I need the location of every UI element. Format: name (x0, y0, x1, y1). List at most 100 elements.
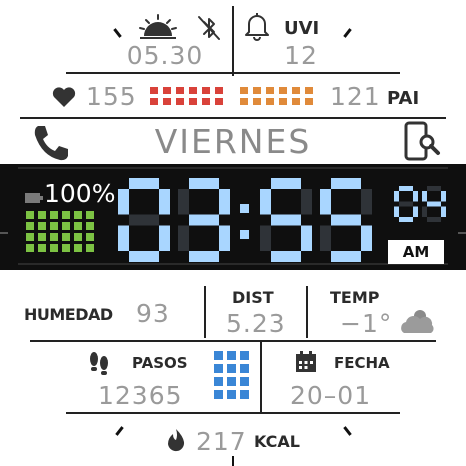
battery-cell (50, 233, 58, 241)
date-value: 20–01 (290, 381, 372, 410)
watch-face: 05.30 UVI 12 155 121 PAI VIERNES 100% AM… (0, 0, 466, 466)
digit-segment (399, 201, 413, 207)
digit-segment (219, 189, 230, 215)
digit-segment (129, 214, 159, 226)
steps-cell (240, 364, 249, 373)
digit-segment (394, 206, 399, 217)
steps-rule (66, 412, 400, 414)
pai-bar (240, 87, 248, 94)
battery-level-grid (26, 210, 106, 256)
dist-value: 5.23 (226, 309, 286, 338)
pai-bar (292, 87, 300, 94)
phone-icon (30, 122, 72, 164)
pai-bar (266, 87, 274, 94)
digit-segment (361, 225, 372, 251)
digit-segment (260, 189, 271, 215)
battery-cell (38, 244, 46, 252)
pai-bar (240, 98, 248, 105)
steps-cell (214, 377, 223, 386)
tick-right-center (458, 232, 466, 234)
steps-divider (260, 342, 262, 412)
temp-value: −1° (340, 309, 393, 338)
battery-cell (74, 244, 82, 252)
pai-bar (253, 87, 261, 94)
pai-bar (253, 98, 261, 105)
bluetooth-off-icon (196, 14, 222, 42)
pai-label: PAI (387, 88, 420, 109)
phone-search-icon (402, 120, 442, 164)
bell-icon (242, 10, 272, 42)
tick-bottom-right (343, 426, 352, 436)
cloud-icon (398, 306, 438, 336)
heart-rate-bar (202, 87, 210, 94)
heart-rate-bar (150, 98, 158, 105)
heart-icon (52, 86, 76, 108)
seconds-digits (392, 184, 448, 224)
pai-bar (305, 87, 313, 94)
digit-segment (189, 178, 219, 189)
battery-cell (38, 211, 46, 219)
steps-cell (227, 351, 236, 360)
battery-cell (86, 222, 94, 230)
flame-icon (164, 428, 188, 454)
heart-rate-bars (150, 86, 230, 108)
digit-segment (441, 206, 446, 217)
digit-segment (271, 214, 301, 226)
uvi-value: 12 (284, 41, 318, 70)
battery-cell (26, 233, 34, 241)
digit-segment (427, 201, 441, 207)
pai-value: 121 (330, 82, 381, 111)
steps-cell (214, 364, 223, 373)
battery-cell (26, 222, 34, 230)
battery-cell (74, 211, 82, 219)
digit-segment (129, 251, 159, 262)
heart-rate-bar (176, 98, 184, 105)
battery-cell (74, 222, 82, 230)
digit-segment (129, 178, 159, 189)
digit-segment (422, 191, 427, 202)
pai-bar (279, 98, 287, 105)
heart-rate-bar (189, 98, 197, 105)
steps-cell (240, 377, 249, 386)
lcd-inner-top (18, 167, 448, 169)
colon-dot (240, 230, 249, 239)
heart-rate-value: 155 (86, 82, 137, 111)
calendar-icon (294, 350, 318, 374)
steps-label: PASOS (132, 354, 188, 372)
battery-percent: 100% (44, 179, 116, 208)
pai-bar (305, 98, 313, 105)
battery-cell (50, 211, 58, 219)
battery-cell (86, 211, 94, 219)
day-of-week: VIERNES (154, 122, 312, 161)
digit-segment (394, 191, 399, 202)
steps-cell (214, 390, 223, 399)
battery-cell (86, 233, 94, 241)
date-label: FECHA (334, 354, 390, 372)
steps-cell (227, 377, 236, 386)
battery-cell (38, 233, 46, 241)
calories-value: 217 (196, 427, 247, 456)
tick-top-right (343, 28, 352, 38)
digit-segment (178, 225, 189, 251)
steps-cell (227, 390, 236, 399)
top-rule (66, 72, 400, 74)
digit-segment (301, 189, 312, 215)
time-hours: 03 (0, 0, 1, 1)
digit-segment (159, 225, 170, 251)
pai-bar (266, 98, 274, 105)
tick-top-left (113, 28, 122, 38)
digit-segment (189, 214, 219, 226)
pai-bar (292, 98, 300, 105)
digit-segment (301, 225, 312, 251)
tick-left-center (0, 232, 8, 234)
digit-segment (260, 225, 271, 251)
heart-rate-bar (163, 98, 171, 105)
pai-bar (279, 87, 287, 94)
uvi-label: UVI (284, 18, 320, 39)
time-seconds: 04 (0, 0, 1, 1)
digit-segment (331, 214, 361, 226)
battery-cell (50, 244, 58, 252)
steps-value: 12365 (98, 381, 183, 410)
humidity-value: 93 (136, 299, 170, 328)
heart-rate-bar (215, 98, 223, 105)
